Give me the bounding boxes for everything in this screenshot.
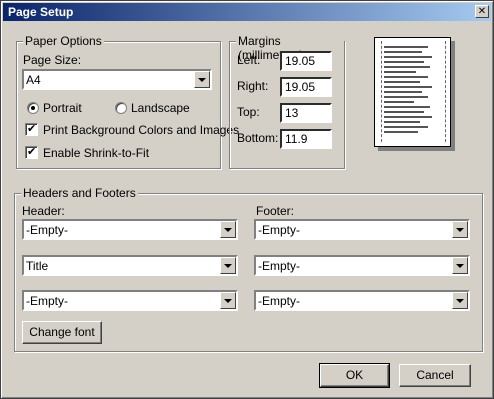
chevron-down-icon[interactable] xyxy=(194,71,210,88)
top-margin-label: Top: xyxy=(237,105,260,119)
landscape-label[interactable]: Landscape xyxy=(131,101,190,115)
footer-value-3: -Empty- xyxy=(258,294,300,308)
header-select-2[interactable]: Title xyxy=(22,255,238,276)
left-margin-label: Left: xyxy=(237,53,261,67)
chevron-down-icon[interactable] xyxy=(452,257,468,274)
paper-options-legend: Paper Options xyxy=(23,34,104,48)
page-size-label: Page Size: xyxy=(23,53,82,67)
ok-button[interactable]: OK xyxy=(319,363,390,388)
page-size-value: A4 xyxy=(26,73,41,87)
footer-value-1: -Empty- xyxy=(258,223,300,237)
right-margin-input[interactable]: 19.05 xyxy=(280,77,332,97)
chevron-down-icon[interactable] xyxy=(220,257,236,274)
header-select-3[interactable]: -Empty- xyxy=(22,290,238,311)
chevron-down-icon[interactable] xyxy=(452,292,468,309)
chevron-down-icon[interactable] xyxy=(452,221,468,238)
bottom-margin-label: Bottom: xyxy=(237,131,279,145)
left-margin-value: 19.05 xyxy=(285,54,316,68)
header-value-1: -Empty- xyxy=(26,223,68,237)
portrait-radio[interactable] xyxy=(27,102,39,114)
portrait-label[interactable]: Portrait xyxy=(43,101,82,115)
close-icon: ✕ xyxy=(477,6,487,17)
header-value-2: Title xyxy=(26,259,49,273)
footer-label: Footer: xyxy=(256,204,295,218)
preview-page xyxy=(374,37,451,147)
top-margin-value: 13 xyxy=(285,106,299,120)
left-margin-input[interactable]: 19.05 xyxy=(280,51,332,71)
header-select-1[interactable]: -Empty- xyxy=(22,219,238,240)
footer-select-1[interactable]: -Empty- xyxy=(254,219,470,240)
cancel-button[interactable]: Cancel xyxy=(399,364,471,387)
close-button[interactable]: ✕ xyxy=(475,5,489,18)
footer-value-2: -Empty- xyxy=(258,259,300,273)
title-bar[interactable]: Page Setup ✕ xyxy=(3,3,491,21)
bottom-margin-value: 11.9 xyxy=(285,132,308,146)
footer-select-2[interactable]: -Empty- xyxy=(254,255,470,276)
bottom-margin-input[interactable]: 11.9 xyxy=(280,129,332,149)
shrink-to-fit-label[interactable]: Enable Shrink-to-Fit xyxy=(43,146,149,160)
right-margin-value: 19.05 xyxy=(285,80,316,94)
print-background-label[interactable]: Print Background Colors and Images xyxy=(43,123,239,137)
chevron-down-icon[interactable] xyxy=(220,221,236,238)
window-title: Page Setup xyxy=(8,5,74,19)
chevron-down-icon[interactable] xyxy=(220,292,236,309)
headers-footers-legend: Headers and Footers xyxy=(21,186,138,200)
right-margin-label: Right: xyxy=(237,79,269,93)
landscape-radio[interactable] xyxy=(115,102,127,114)
shrink-to-fit-checkbox[interactable] xyxy=(25,145,38,159)
page-size-select[interactable]: A4 xyxy=(22,69,212,90)
change-font-button[interactable]: Change font xyxy=(22,321,102,344)
page-setup-dialog: Page Setup ✕ Paper Options Page Size: A4… xyxy=(0,0,494,399)
top-margin-input[interactable]: 13 xyxy=(280,103,332,123)
header-label: Header: xyxy=(22,204,65,218)
header-value-3: -Empty- xyxy=(26,294,68,308)
footer-select-3[interactable]: -Empty- xyxy=(254,290,470,311)
print-background-checkbox[interactable] xyxy=(25,122,38,136)
